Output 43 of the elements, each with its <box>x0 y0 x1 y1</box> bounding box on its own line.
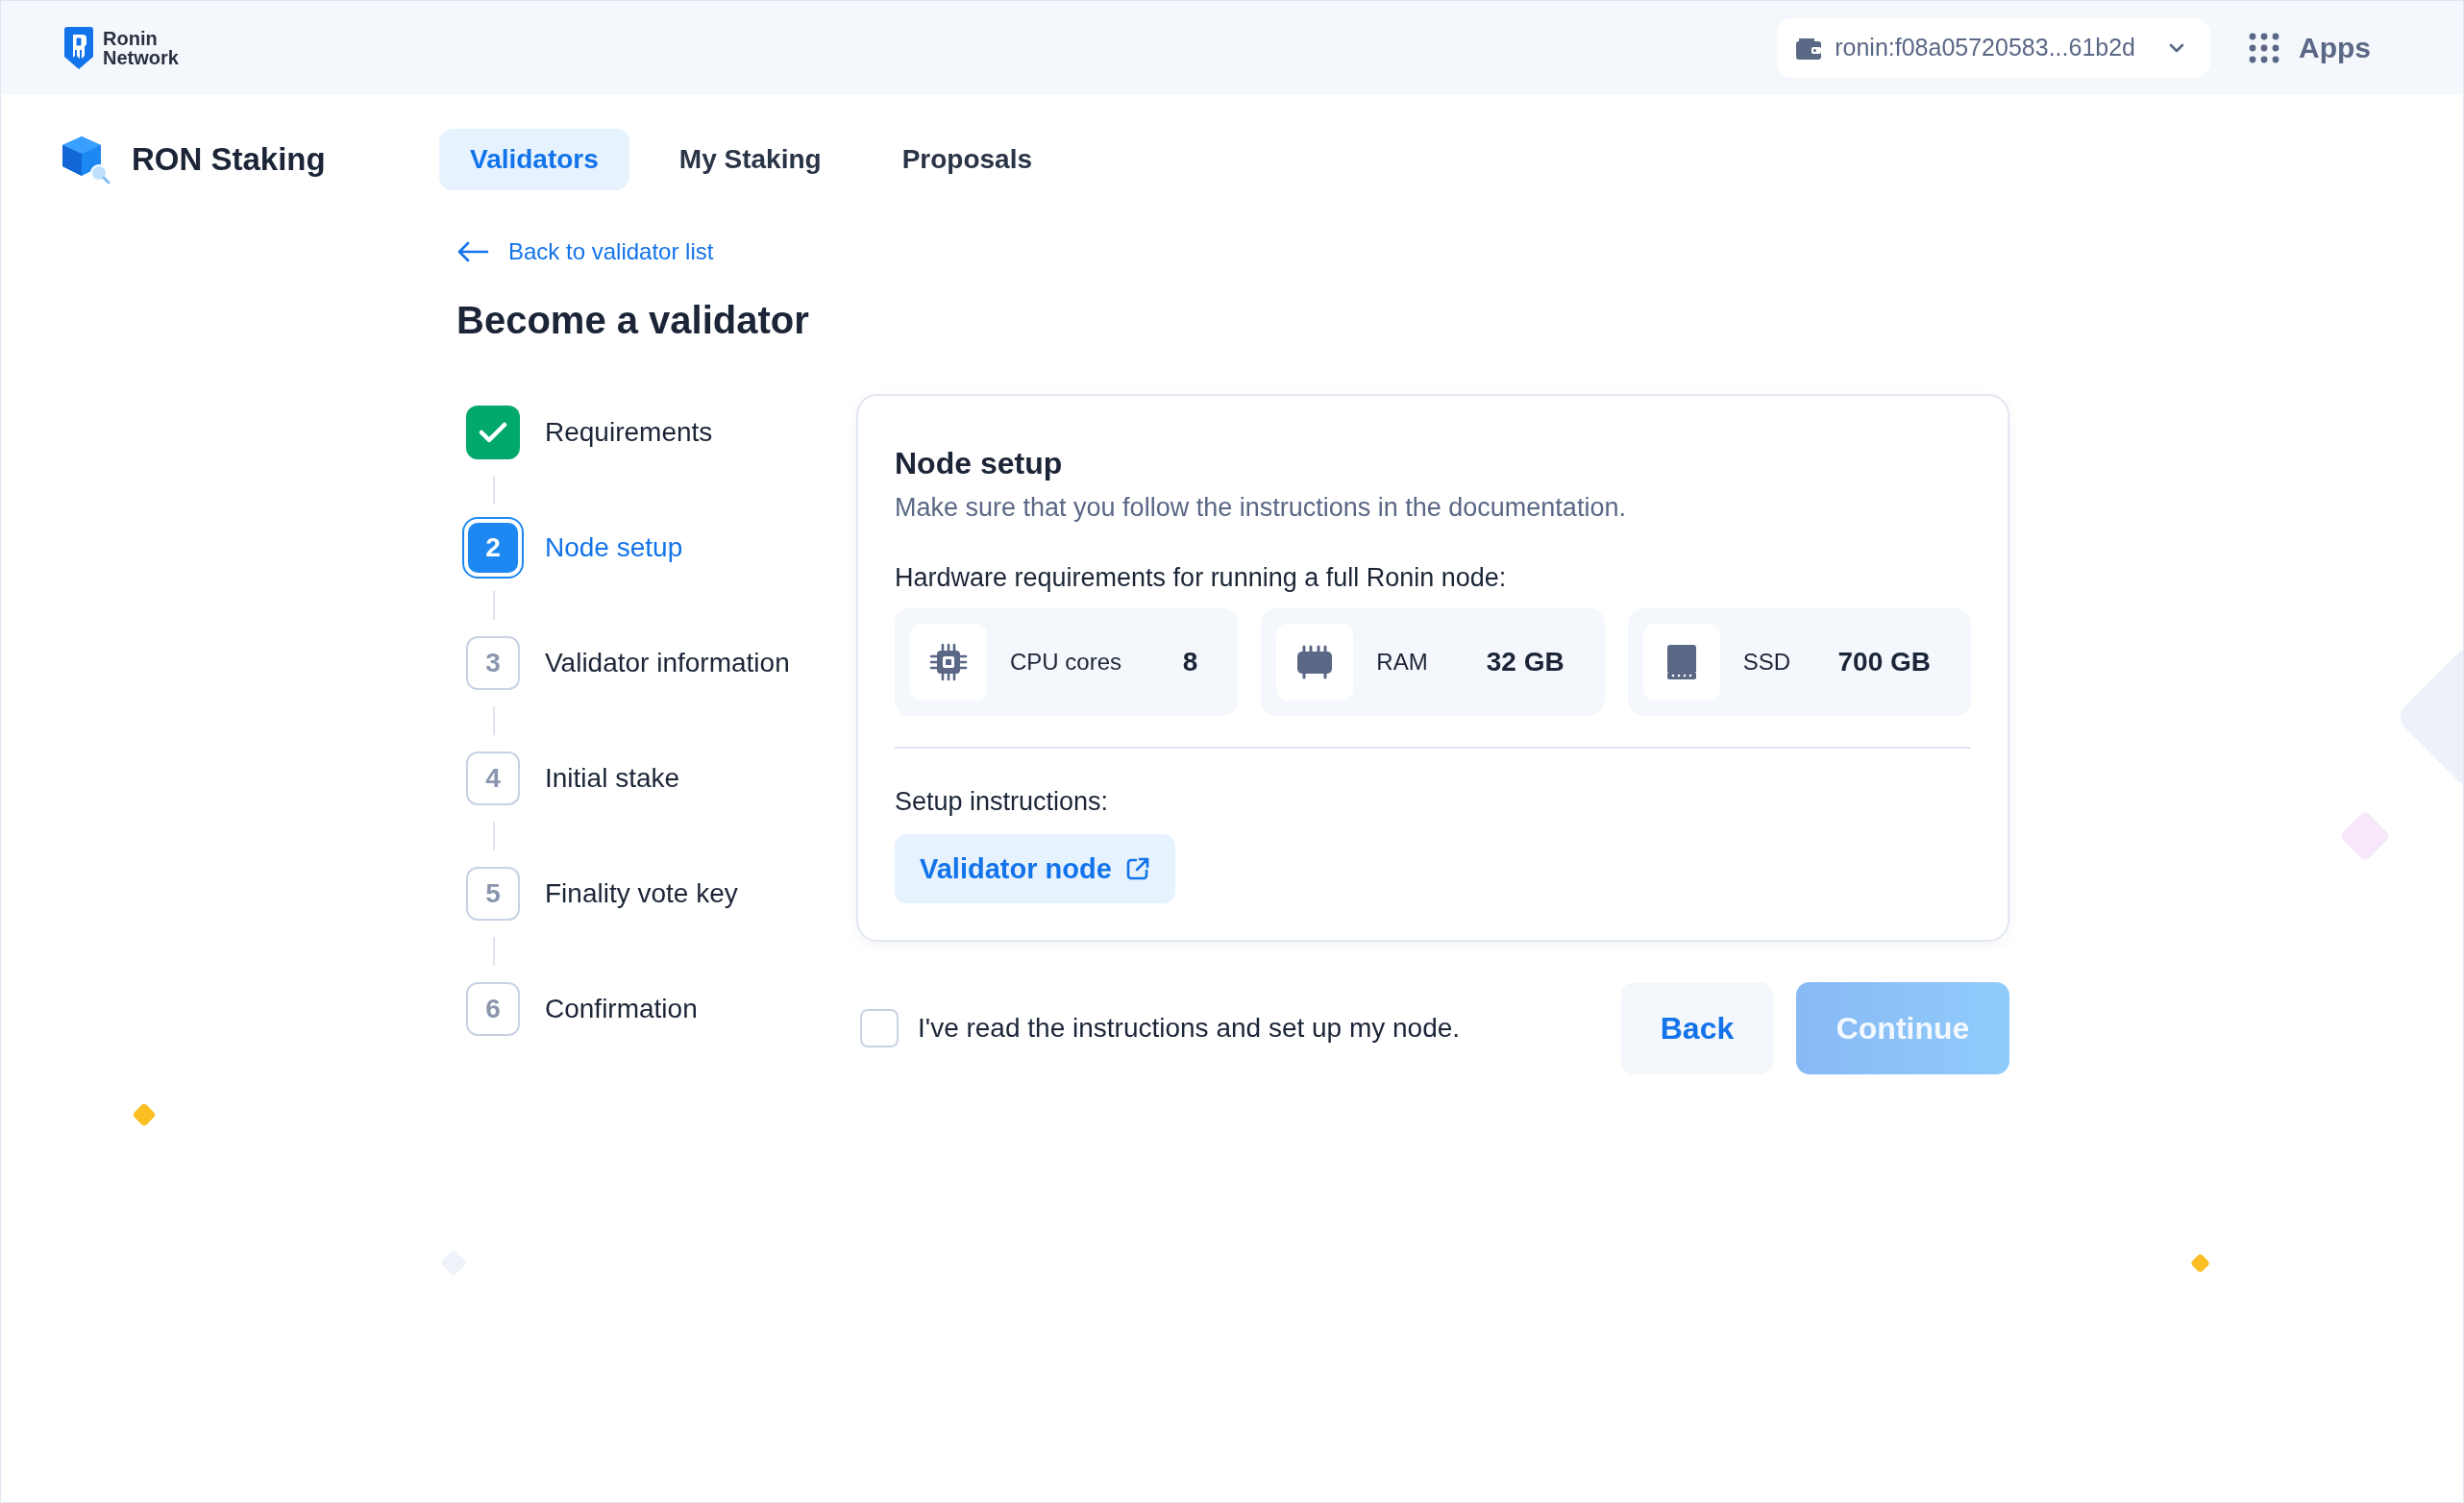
page-title: Become a validator <box>456 299 810 342</box>
confirm-label: I've read the instructions and set up my node. <box>918 1013 1462 1044</box>
step-label: Confirmation <box>545 994 698 1024</box>
external-link-icon <box>1124 856 1150 881</box>
check-icon <box>479 421 507 444</box>
hardware-label: Hardware requirements for running a full Ronin node: <box>895 563 1508 593</box>
step-label: Validator information <box>545 648 790 678</box>
memory-icon <box>1295 643 1335 681</box>
checkbox[interactable] <box>860 1009 899 1047</box>
wallet-icon <box>1796 36 1822 60</box>
step-label: Finality vote key <box>545 878 738 909</box>
brand-name: Ronin Network <box>103 28 180 67</box>
step-number: 4 <box>466 752 520 805</box>
apps-button[interactable]: Apps <box>2249 31 2400 64</box>
spec-label: RAM <box>1376 649 1429 676</box>
card-subtitle: Make sure that you follow the instructions in the documentation. <box>895 493 1627 523</box>
spec-value: 700 GB <box>1837 647 1931 678</box>
shield-logo-icon <box>64 26 93 69</box>
cube-icon <box>61 135 111 185</box>
spec-value: 8 <box>1182 647 1198 678</box>
step-number: 3 <box>466 636 520 690</box>
nav-tab[interactable]: Proposals <box>871 129 1064 190</box>
validator-node-link[interactable]: Validator node <box>895 834 1175 903</box>
back-button[interactable]: Back <box>1621 982 1773 1074</box>
chip-icon <box>929 643 968 681</box>
back-link[interactable]: Back to validator list <box>456 238 714 265</box>
grid-icon <box>2249 32 2279 63</box>
arrow-left-icon <box>456 241 489 262</box>
step-label: Requirements <box>545 417 713 448</box>
chevron-down-icon <box>2168 41 2185 54</box>
step-label: Node setup <box>545 532 683 563</box>
spec-value: 32 GB <box>1486 647 1565 678</box>
step-label: Initial stake <box>545 763 680 794</box>
app-title: RON Staking <box>132 141 326 178</box>
wallet-dropdown[interactable]: ronin:f08a05720583...61b2d <box>1777 17 2210 78</box>
instructions-label: Setup instructions: <box>895 787 1110 817</box>
step-number: 5 <box>466 867 520 921</box>
spec-label: SSD <box>1742 649 1791 676</box>
step-number: 6 <box>466 982 520 1036</box>
card-title: Node setup <box>895 446 1064 481</box>
spec-label: CPU cores <box>1010 649 1123 676</box>
nav-tab[interactable]: Validators <box>439 129 629 190</box>
nav-tab[interactable]: My Staking <box>648 129 852 190</box>
